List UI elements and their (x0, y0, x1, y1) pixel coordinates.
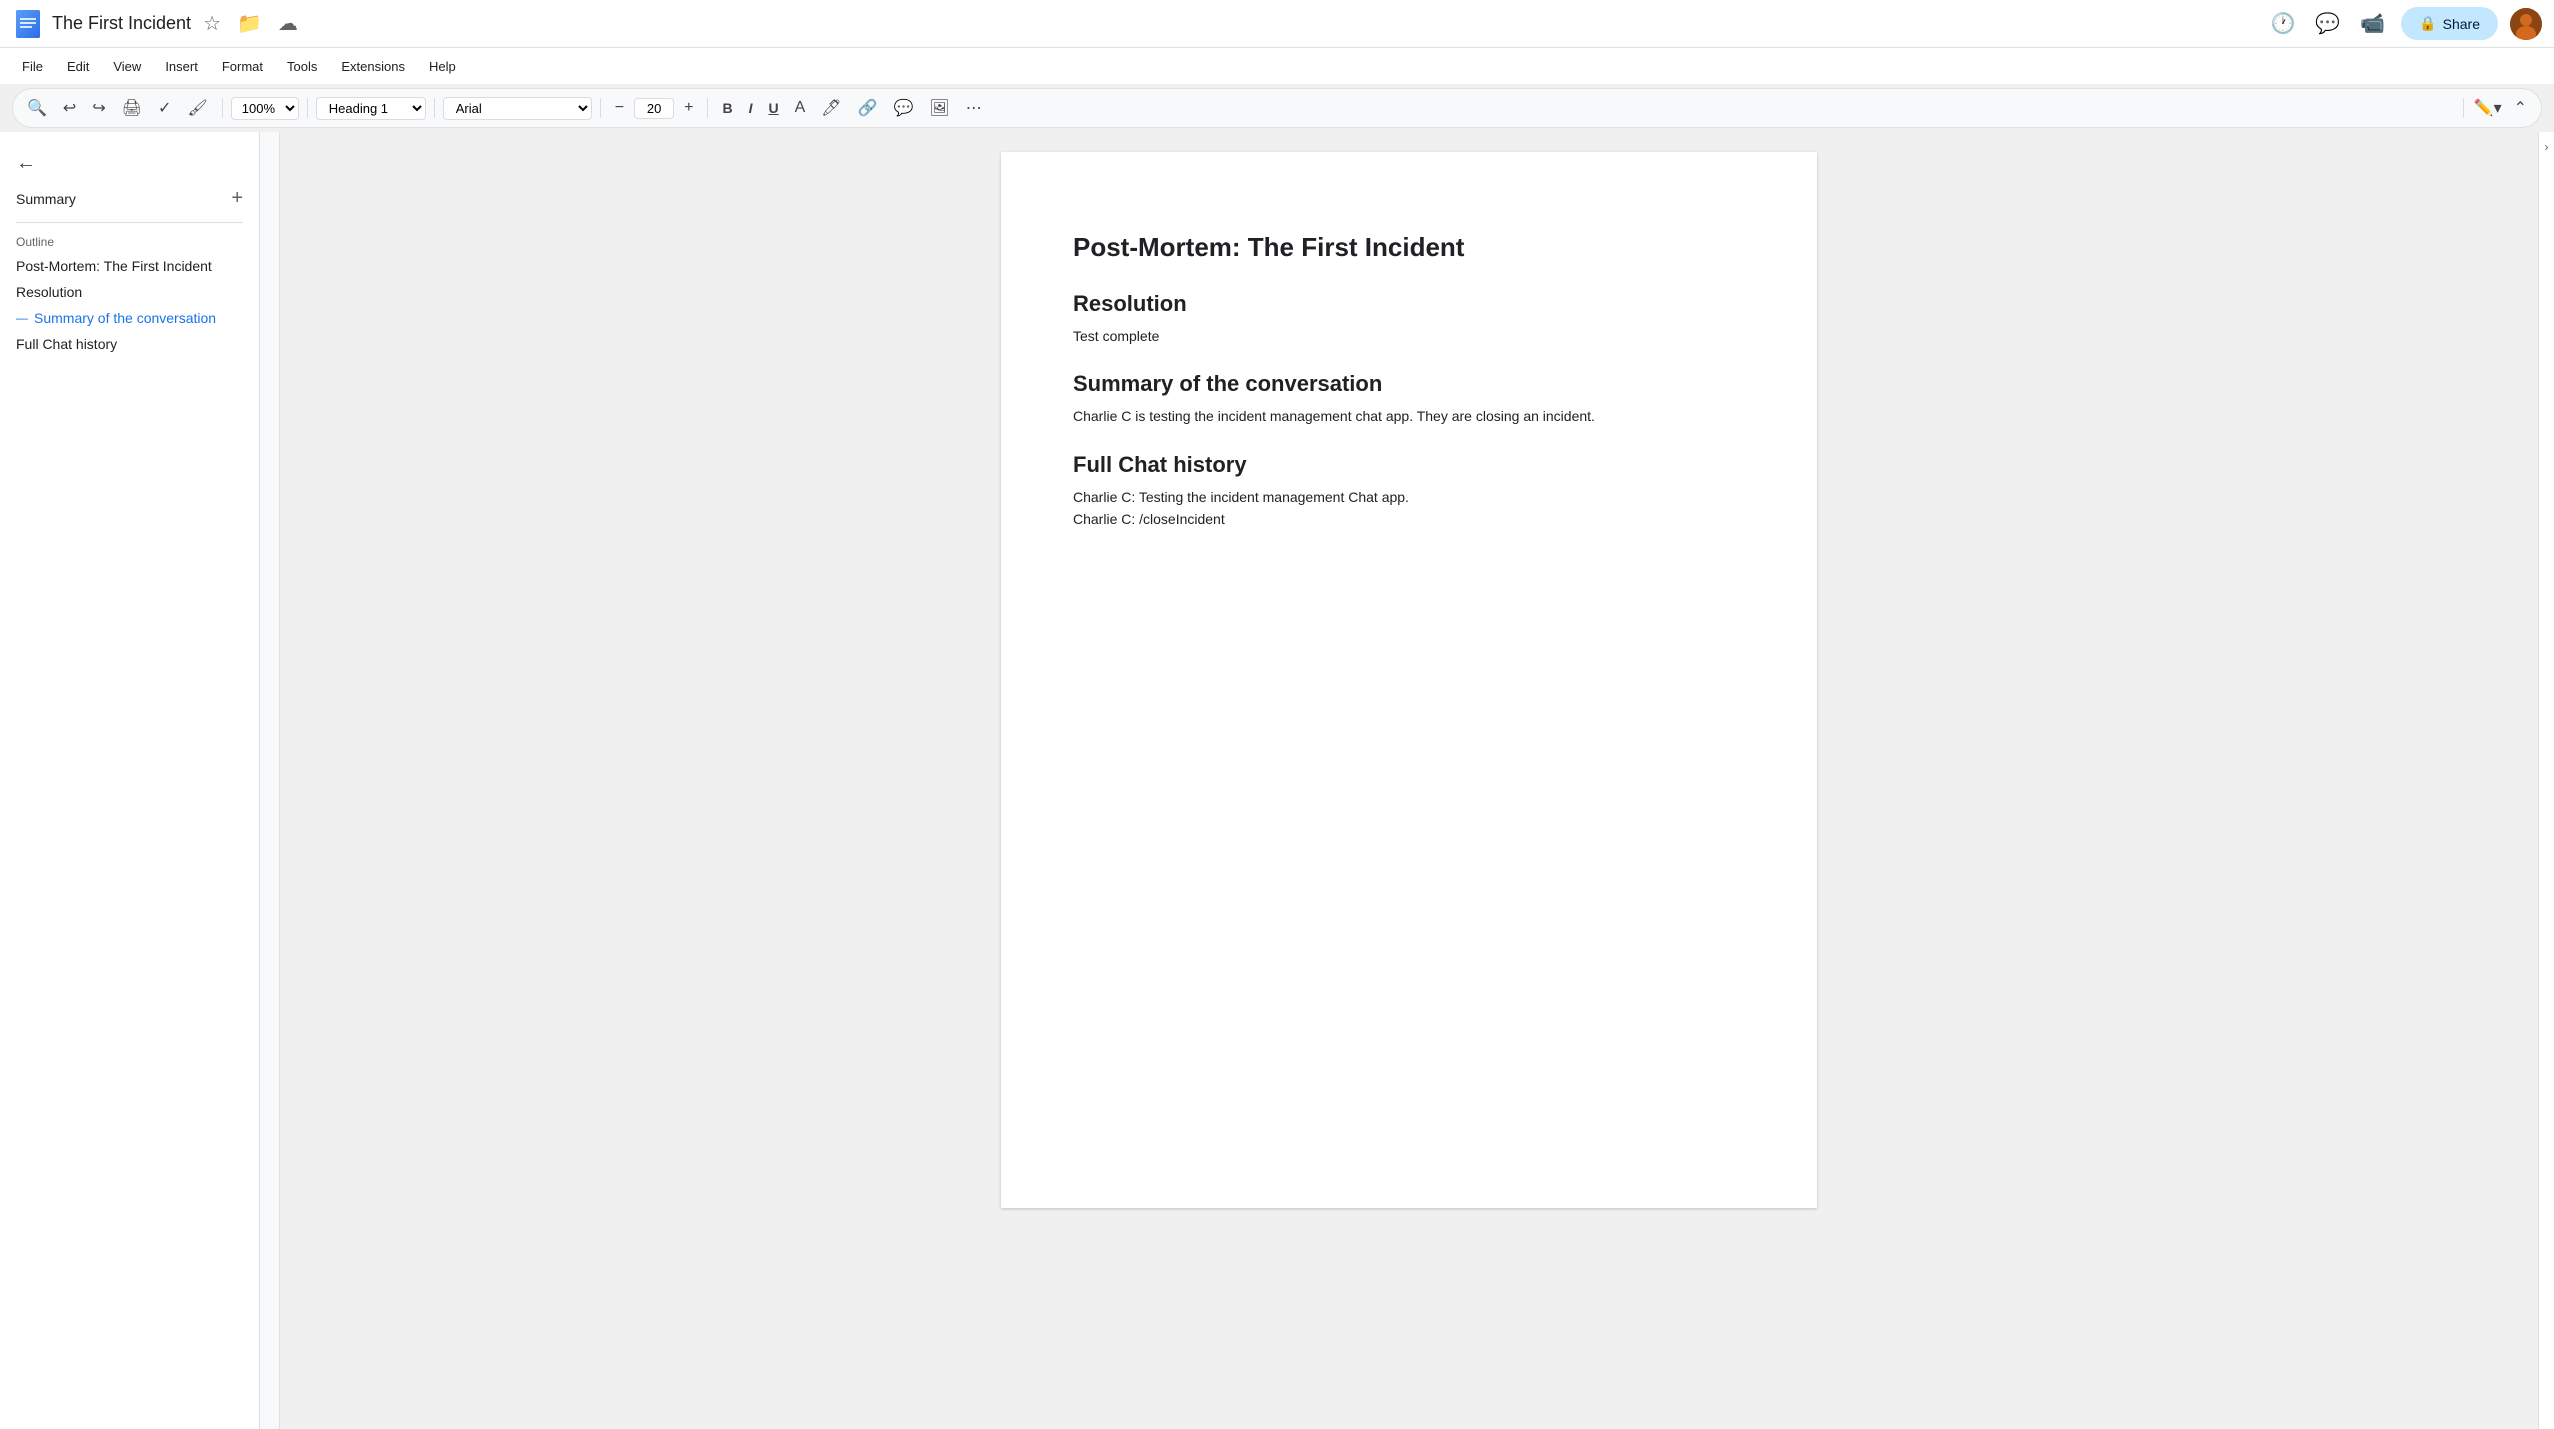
heading-resolution: Resolution (1073, 291, 1745, 317)
back-button[interactable]: ← (0, 144, 259, 183)
insert-comment-button[interactable]: 💬 (888, 94, 920, 122)
menu-extensions[interactable]: Extensions (331, 55, 415, 78)
separator-6 (2463, 98, 2464, 118)
doc-title: The First Incident (52, 13, 191, 34)
summary-label: Summary (16, 191, 76, 207)
bold-button[interactable]: B (716, 96, 738, 120)
outline-item-summary[interactable]: Summary of the conversation (0, 305, 259, 331)
lock-icon: 🔒 (2419, 15, 2436, 32)
search-toolbar-icon[interactable]: 🔍 (21, 94, 53, 122)
decrease-font-size[interactable]: − (609, 95, 630, 121)
title-bar-right: 🕐 💬 📹 🔒 Share (2266, 7, 2542, 40)
doc-area[interactable]: Post-Mortem: The First Incident Resoluti… (280, 132, 2538, 1429)
outline-label: Outline (0, 231, 259, 253)
increase-font-size[interactable]: + (678, 95, 699, 121)
cloud-icon[interactable]: ☁ (274, 7, 302, 40)
folder-icon[interactable]: 📁 (233, 7, 266, 40)
right-collapse-strip[interactable]: › (2538, 132, 2554, 1429)
body-chat: Charlie C: Testing the incident manageme… (1073, 486, 1745, 531)
heading-summary: Summary of the conversation (1073, 371, 1745, 397)
separator-1 (222, 98, 223, 118)
avatar[interactable] (2510, 8, 2542, 40)
undo-button[interactable]: ↩ (57, 94, 82, 122)
menu-insert[interactable]: Insert (155, 55, 208, 78)
menu-edit[interactable]: Edit (57, 55, 99, 78)
font-select[interactable]: Arial Times New Roman Courier New (443, 97, 592, 120)
toolbar: 🔍 ↩ ↪ 🖨 ✓ 🖌 100% 75% 50% 125% 150% Headi… (12, 88, 2542, 128)
left-ruler-strip (260, 132, 280, 1429)
edit-mode-button[interactable]: ✏️▾ (2468, 94, 2508, 122)
menu-bar: File Edit View Insert Format Tools Exten… (0, 48, 2554, 84)
menu-file[interactable]: File (12, 55, 53, 78)
outline-item-postmortem[interactable]: Post-Mortem: The First Incident (0, 253, 259, 279)
highlight-button[interactable]: 🖊 (815, 94, 847, 122)
menu-help[interactable]: Help (419, 55, 466, 78)
spellcheck-button[interactable]: ✓ (152, 94, 177, 122)
separator-5 (707, 98, 708, 118)
body-resolution: Test complete (1073, 325, 1745, 347)
toolbar-right: ✏️▾ ⌃ (2459, 94, 2533, 122)
font-size-input[interactable] (634, 98, 674, 119)
title-bar: The First Incident ☆ 📁 ☁ 🕐 💬 📹 🔒 Share (0, 0, 2554, 48)
menu-format[interactable]: Format (212, 55, 273, 78)
main-layout: ← Summary + Outline Post-Mortem: The Fir… (0, 132, 2554, 1429)
chat-line-1: Charlie C: Testing the incident manageme… (1073, 486, 1745, 508)
menu-view[interactable]: View (103, 55, 151, 78)
zoom-select[interactable]: 100% 75% 50% 125% 150% (231, 97, 299, 120)
separator-4 (600, 98, 601, 118)
doc-page: Post-Mortem: The First Incident Resoluti… (1001, 152, 1817, 1208)
italic-button[interactable]: I (743, 96, 759, 120)
chat-line-2: Charlie C: /closeIncident (1073, 508, 1745, 530)
paint-format-button[interactable]: 🖌 (181, 94, 213, 122)
separator-3 (434, 98, 435, 118)
style-select[interactable]: Heading 1 Heading 2 Normal text Title (316, 97, 426, 120)
insert-image-button[interactable]: 🖼 (923, 94, 955, 122)
separator-2 (307, 98, 308, 118)
share-button[interactable]: 🔒 Share (2401, 7, 2498, 40)
sidebar: ← Summary + Outline Post-Mortem: The Fir… (0, 132, 260, 1429)
outline-item-resolution[interactable]: Resolution (0, 279, 259, 305)
doc-icon (12, 8, 44, 40)
body-summary: Charlie C is testing the incident manage… (1073, 405, 1745, 427)
history-icon[interactable]: 🕐 (2266, 7, 2299, 40)
heading-chat: Full Chat history (1073, 452, 1745, 478)
video-icon[interactable]: 📹 (2356, 7, 2389, 40)
print-button[interactable]: 🖨 (116, 94, 148, 122)
text-color-button[interactable]: A (789, 95, 812, 121)
comment-icon[interactable]: 💬 (2311, 7, 2344, 40)
more-options-button[interactable]: ⋯ (960, 94, 988, 122)
underline-button[interactable]: U (762, 96, 784, 120)
star-icon[interactable]: ☆ (199, 7, 225, 40)
collapse-toolbar-button[interactable]: ⌃ (2508, 94, 2533, 122)
summary-header: Summary + (0, 183, 259, 214)
outline-item-chat[interactable]: Full Chat history (0, 331, 259, 357)
document-main-title: Post-Mortem: The First Incident (1073, 232, 1745, 263)
title-bar-icons: ☆ 📁 ☁ (199, 7, 302, 40)
sidebar-divider (16, 222, 243, 223)
insert-link-button[interactable]: 🔗 (852, 94, 884, 122)
add-summary-button[interactable]: + (231, 187, 243, 210)
redo-button[interactable]: ↪ (86, 94, 111, 122)
menu-tools[interactable]: Tools (277, 55, 327, 78)
